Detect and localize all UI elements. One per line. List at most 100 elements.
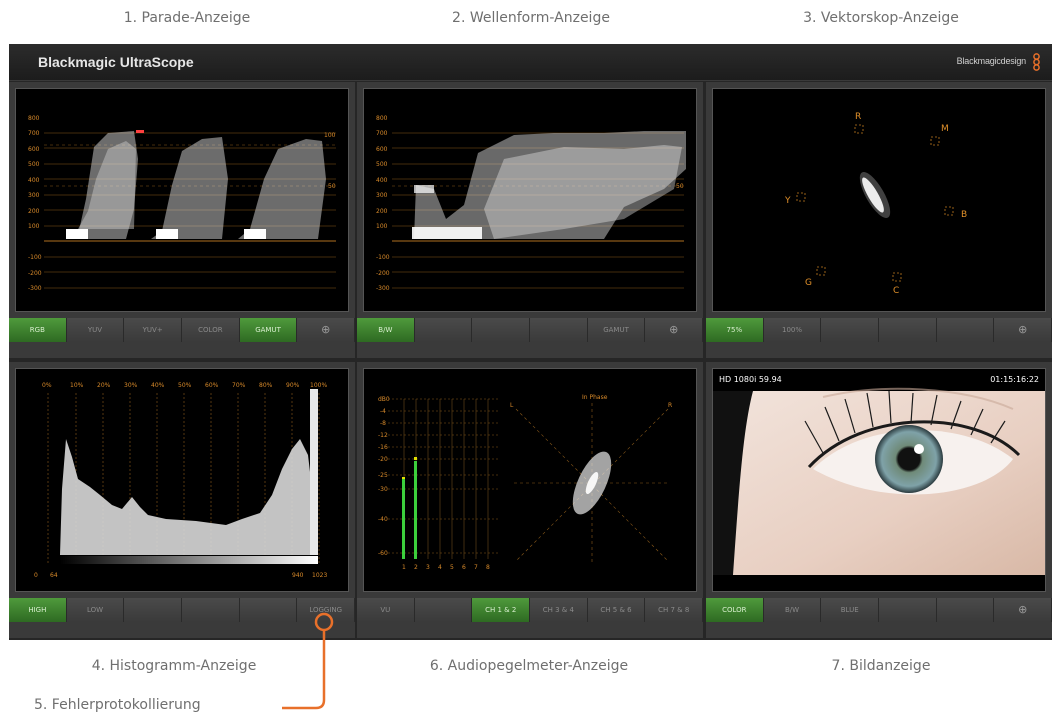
picture-bw-button[interactable]: B/W [763,598,822,622]
parade-tick: 800 [28,115,40,122]
parade-tick: 700 [28,130,40,137]
parade-tick: 300 [28,192,40,199]
histogram-empty-button[interactable] [182,598,240,622]
waveform-tick: 500 [376,161,388,168]
zoom-in-icon[interactable]: ⊕ [297,318,356,342]
vectorscope-empty-button[interactable] [879,318,937,342]
vectorscope-75-button[interactable]: 75% [706,318,764,342]
parade-marker: 50 [328,183,336,190]
waveform-gamut-button[interactable]: GAMUT [587,318,646,342]
picture-empty-button[interactable] [879,598,937,622]
audio-db-tick: -60 [378,550,388,557]
audio-vu-button[interactable]: VU [357,598,415,622]
histogram-tick: 50% [178,382,192,389]
waveform-empty-button[interactable] [530,318,588,342]
zoom-in-icon[interactable]: ⊕ [645,318,704,342]
vector-target-b: B [961,210,967,220]
histogram-logging-button[interactable]: LOGGING [297,598,356,622]
histogram-low-button[interactable]: LOW [66,598,125,622]
audio-phase-label: In Phase [582,394,608,401]
waveform-tick: 800 [376,115,388,122]
ultrascope-window: Blackmagic UltraScope Blackmagicdesign 8… [9,44,1053,640]
picture-timecode: 01:15:16:22 [990,375,1039,384]
histogram-empty-button[interactable] [239,598,298,622]
picture-color-button[interactable]: COLOR [706,598,764,622]
audio-ch78-button[interactable]: CH 7 & 8 [645,598,704,622]
caption-waveform: 2. Wellenform-Anzeige [452,10,610,26]
audio-empty-button[interactable] [414,598,473,622]
waveform-empty-button[interactable] [472,318,531,342]
waveform-bw-button[interactable]: B/W [357,318,415,342]
waveform-tick: -200 [376,270,390,277]
parade-tick: 600 [28,146,40,153]
histogram-high-button[interactable]: HIGH [9,598,67,622]
caption-audio: 6. Audiopegelmeter-Anzeige [429,658,629,674]
vector-target-m: M [941,124,949,134]
parade-color-button[interactable]: COLOR [182,318,240,342]
histogram-range-low: 0 [34,572,38,579]
waveform-panel: 800 700 600 500 400 300 200 100 -100 -20… [357,82,704,358]
parade-tick: -300 [28,285,42,292]
audio-channel-label: 1 [402,564,406,571]
parade-tick: 100 [28,223,40,230]
picture-blue-button[interactable]: BLUE [821,598,880,622]
histogram-tick: 60% [205,382,219,389]
audio-db-tick: -25 [378,472,388,479]
audio-db-tick: -20 [378,456,388,463]
histogram-tick: 70% [232,382,246,389]
parade-button-bar: RGB YUV YUV+ COLOR GAMUT ⊕ [9,318,356,342]
parade-tick: 400 [28,177,40,184]
waveform-scope: 800 700 600 500 400 300 200 100 -100 -20… [363,88,697,312]
zoom-in-icon[interactable]: ⊕ [994,598,1053,622]
parade-gamut-button[interactable]: GAMUT [239,318,298,342]
zoom-in-icon[interactable]: ⊕ [994,318,1053,342]
histogram-empty-button[interactable] [124,598,183,622]
picture-panel: HD 1080i 59.94 01:15:16:22 COLOR B/W BLU… [706,362,1053,638]
histogram-tick: 100% [310,382,327,389]
parade-tick: -100 [28,254,42,261]
audio-ch34-button[interactable]: CH 3 & 4 [530,598,588,622]
waveform-tick: 600 [376,146,388,153]
caption-parade: 1. Parade-Anzeige [123,10,251,26]
waveform-tick: 700 [376,130,388,137]
parade-rgb-button[interactable]: RGB [9,318,67,342]
picture-view: HD 1080i 59.94 01:15:16:22 [712,368,1046,592]
audio-ch12-button[interactable]: CH 1 & 2 [472,598,531,622]
audio-panel: dB0 -4 -8 -12 -16 -20 -25 -30 -40 -60 1 … [357,362,704,638]
histogram-tick: 30% [124,382,138,389]
eye-picture [713,387,1045,575]
vectorscope-empty-button[interactable] [821,318,880,342]
blackmagic-logo-icon [1033,53,1040,71]
histogram-range-high: 1023 [312,572,327,579]
histogram-tick: 0% [42,382,52,389]
caption-vectorscope: 3. Vektorskop-Anzeige [803,10,959,26]
histogram-tick: 20% [97,382,111,389]
vectorscope-100-button[interactable]: 100% [763,318,822,342]
histogram-tick: 80% [259,382,273,389]
parade-tick: -200 [28,270,42,277]
vector-target-c: C [893,286,899,296]
vectorscope-empty-button[interactable] [936,318,995,342]
parade-tick: 500 [28,161,40,168]
caption-error-logging: 5. Fehlerprotokollierung [34,697,201,713]
waveform-empty-button[interactable] [414,318,473,342]
parade-yuv-button[interactable]: YUV [66,318,125,342]
waveform-button-bar: B/W GAMUT ⊕ [357,318,704,342]
parade-marker: 100 [324,132,336,139]
waveform-tick: 400 [376,177,388,184]
parade-yuv-plus-button[interactable]: YUV+ [124,318,183,342]
audio-channel-label: 2 [414,564,418,571]
picture-button-bar: COLOR B/W BLUE ⊕ [706,598,1053,622]
vectorscope-button-bar: 75% 100% ⊕ [706,318,1053,342]
title-bar: Blackmagic UltraScope Blackmagicdesign [9,44,1052,81]
audio-corner-left: L [510,402,514,409]
audio-channel-label: 3 [426,564,430,571]
audio-ch56-button[interactable]: CH 5 & 6 [587,598,646,622]
vectorscope-scope: R M Y B G C [712,88,1046,312]
audio-db-tick: -4 [380,408,386,415]
waveform-tick: 200 [376,208,388,215]
picture-empty-button[interactable] [936,598,995,622]
audio-button-bar: VU CH 1 & 2 CH 3 & 4 CH 5 & 6 CH 7 & 8 [357,598,704,622]
audio-db-tick: -12 [378,432,388,439]
histogram-scope: 0% 10% 20% 30% 40% 50% 60% 70% 80% 90% 1… [15,368,349,592]
